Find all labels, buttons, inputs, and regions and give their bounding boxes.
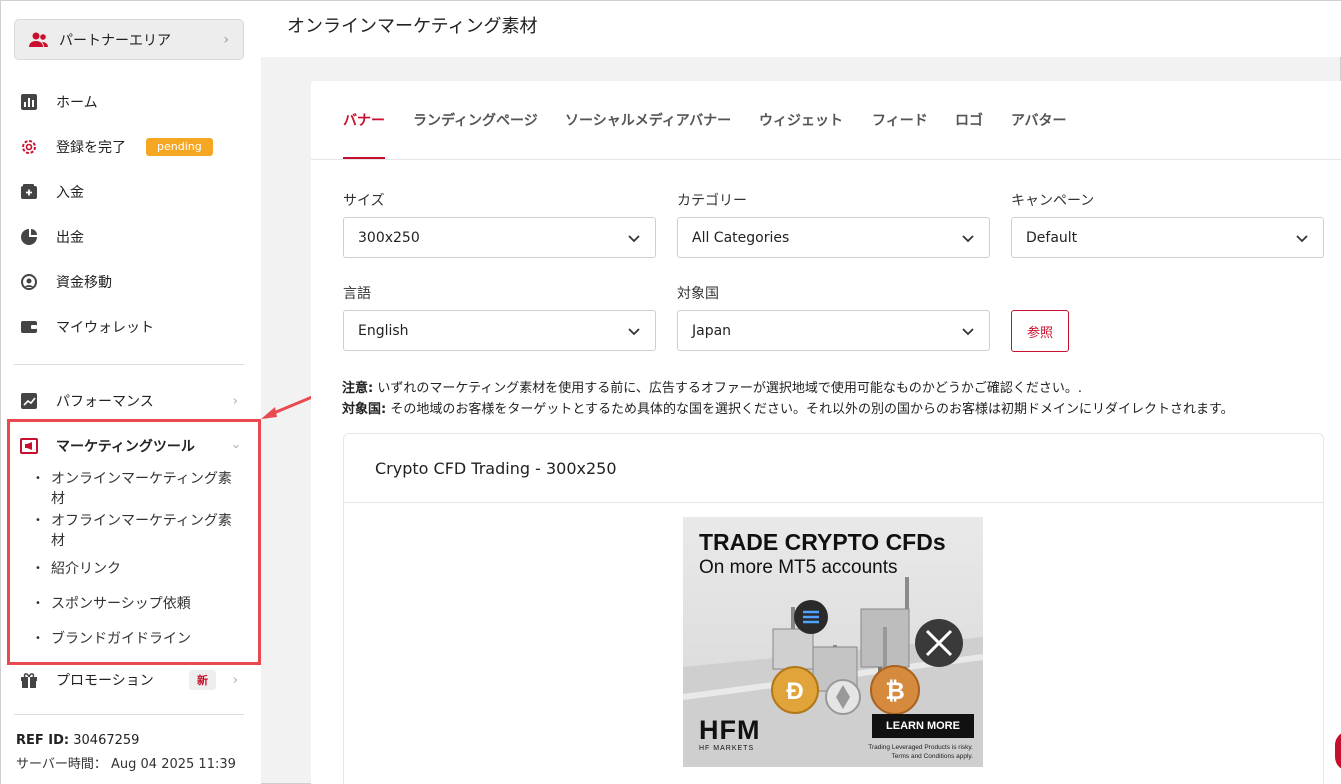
banner-image[interactable]: TRADE CRYPTO CFDs On more MT5 accounts Ð <box>683 517 983 767</box>
partner-area-label: パートナーエリア <box>59 32 171 49</box>
sidebar-item-fund-transfer[interactable]: 資金移動 <box>19 270 244 294</box>
active-tab-indicator <box>343 157 385 159</box>
sidebar-divider <box>14 364 244 365</box>
svg-text:Ð: Ð <box>786 678 803 705</box>
partner-area-button[interactable]: パートナーエリア › <box>14 19 244 60</box>
hfm-logo: HFM <box>699 715 761 745</box>
trend-icon <box>19 391 39 411</box>
browse-button[interactable]: 参照 <box>1011 310 1069 352</box>
sidebar-item-label: 出金 <box>56 230 84 246</box>
sidebar-item-label: プロモーション <box>56 673 154 689</box>
sidebar-item-deposit[interactable]: 入金 <box>19 180 244 204</box>
bar-chart-icon <box>19 92 39 112</box>
ref-id: REF ID: 30467259 <box>16 733 140 748</box>
tab-banner[interactable]: バナー <box>343 110 385 130</box>
page-header: オンラインマーケティング素材 <box>261 1 1341 57</box>
banner-divider <box>344 502 1323 503</box>
campaign-label: キャンペーン <box>1011 193 1095 209</box>
banner-card: Crypto CFD Trading - 300x250 TRADE CRYPT… <box>343 433 1324 784</box>
language-label: 言語 <box>343 286 371 302</box>
tab-bar: バナー ランディングページ ソーシャルメディアバナー ウィジェット フィード ロ… <box>311 81 1341 160</box>
sidebar-item-performance[interactable]: パフォーマンス › <box>19 389 244 413</box>
sidebar-item-label: ホーム <box>56 95 98 111</box>
wallet-plus-icon <box>19 182 39 202</box>
size-select[interactable]: 300x250 <box>343 217 656 258</box>
note-target-country: 対象国: その地域のお客様をターゲットとするため具体的な国を選択ください。それ以… <box>342 402 1234 417</box>
page-title: オンラインマーケティング素材 <box>287 16 538 37</box>
country-label: 対象国 <box>677 286 719 302</box>
size-label: サイズ <box>343 193 385 209</box>
tab-social-media-banner[interactable]: ソーシャルメディアバナー <box>565 110 731 130</box>
status-badge: pending <box>146 138 213 156</box>
main-card: バナー ランディングページ ソーシャルメディアバナー ウィジェット フィード ロ… <box>311 81 1341 784</box>
learn-more-button[interactable]: LEARN MORE <box>872 714 974 738</box>
sidebar-item-home[interactable]: ホーム <box>19 90 244 114</box>
gift-icon <box>19 670 39 690</box>
server-time-value: Aug 04 2025 11:39 <box>111 757 236 772</box>
chevron-right-icon: › <box>232 672 238 688</box>
category-label: カテゴリー <box>677 193 747 209</box>
chevron-down-icon <box>628 235 640 243</box>
sidebar-item-label: マイウォレット <box>56 320 154 336</box>
note-caution: 注意: いずれのマーケティング素材を使用する前に、広告するオファーが選択地域で使… <box>342 381 1083 396</box>
tab-landing-page[interactable]: ランディングページ <box>413 110 538 130</box>
campaign-select[interactable]: Default <box>1011 217 1324 258</box>
new-badge: 新 <box>189 670 216 690</box>
sidebar-item-label: 入金 <box>56 185 84 201</box>
sidebar-item-complete-registration[interactable]: 登録を完了 pending <box>19 135 244 159</box>
category-select[interactable]: All Categories <box>677 217 990 258</box>
pie-chart-icon <box>19 227 39 247</box>
chevron-down-icon <box>1296 235 1308 243</box>
svg-text:₿: ₿ <box>885 678 905 705</box>
language-select[interactable]: English <box>343 310 656 351</box>
transfer-icon <box>19 272 39 292</box>
tab-feed[interactable]: フィード <box>872 110 928 130</box>
wallet-icon <box>19 317 39 337</box>
sidebar-item-my-wallet[interactable]: マイウォレット <box>19 315 244 339</box>
sidebar-item-withdrawal[interactable]: 出金 <box>19 225 244 249</box>
gear-icon <box>19 137 39 157</box>
banner-title: Crypto CFD Trading - 300x250 <box>375 459 617 478</box>
sidebar-item-label: 資金移動 <box>56 275 112 291</box>
chevron-down-icon <box>628 328 640 336</box>
users-icon <box>29 31 49 49</box>
sidebar: パートナーエリア › ホーム 登録を完了 pending 入金 出金 資金移動 … <box>1 1 261 784</box>
chevron-right-icon: › <box>232 393 238 409</box>
ad-disclaimer: Trading Leveraged Products is risky. Ter… <box>868 744 973 760</box>
chevron-down-icon <box>962 328 974 336</box>
country-select[interactable]: Japan <box>677 310 990 351</box>
server-time: サーバー時間： Aug 04 2025 11:39 <box>16 757 236 772</box>
hfm-logo-sub: HF MARKETS <box>699 745 755 752</box>
ref-id-value: 30467259 <box>73 733 140 748</box>
chevron-down-icon <box>962 235 974 243</box>
tab-avatar[interactable]: アバター <box>1011 110 1066 130</box>
sidebar-item-label: パフォーマンス <box>56 394 154 410</box>
highlight-box <box>7 419 261 665</box>
tab-logo[interactable]: ロゴ <box>955 110 983 130</box>
sidebar-divider <box>14 714 244 715</box>
sidebar-item-label: 登録を完了 <box>56 140 126 156</box>
chevron-right-icon: › <box>223 31 229 48</box>
sidebar-item-promotions[interactable]: プロモーション 新 › <box>19 668 244 692</box>
tab-widget[interactable]: ウィジェット <box>759 110 843 130</box>
